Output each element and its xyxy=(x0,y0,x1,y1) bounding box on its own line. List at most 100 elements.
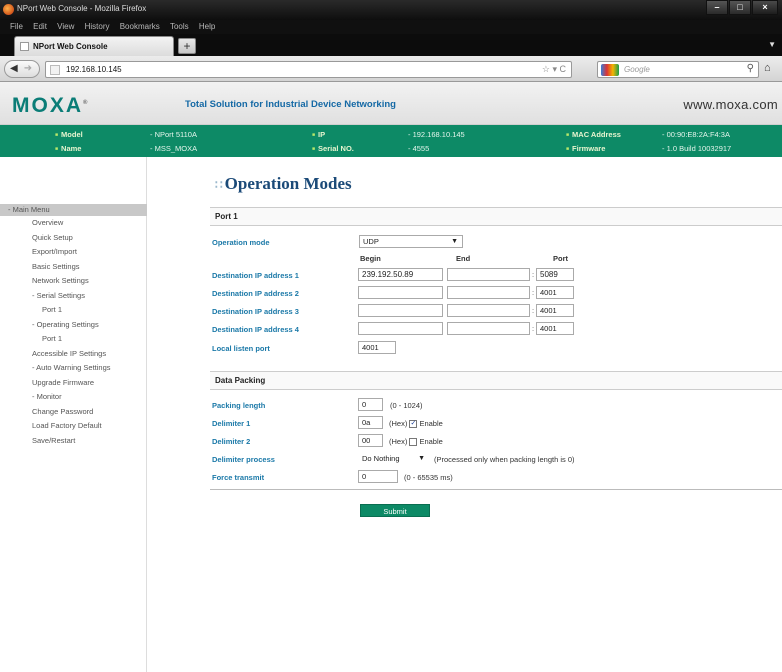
tab-list-arrow-icon[interactable]: ▼ xyxy=(768,40,776,49)
title-dots-icon: ∷ xyxy=(215,178,223,192)
sidebar-item-upgrade-firmware[interactable]: Upgrade Firmware xyxy=(32,378,94,387)
menu-bookmarks[interactable]: Bookmarks xyxy=(120,22,160,31)
serial-value: - 4555 xyxy=(408,144,430,153)
sidebar-item-basic-settings[interactable]: Basic Settings xyxy=(32,262,80,271)
force-transmit-label: Force transmit xyxy=(212,473,265,482)
sidebar-item-operating-port-1[interactable]: Port 1 xyxy=(42,334,62,343)
sidebar-item-save-restart[interactable]: Save/Restart xyxy=(32,436,75,445)
delimiter-process-hint: (Processed only when packing length is 0… xyxy=(434,455,575,464)
back-button[interactable]: ◀ ➜ xyxy=(4,60,40,78)
dest-ip-2-label: Destination IP address 2 xyxy=(212,289,299,298)
delimiter-1-input[interactable]: 0a xyxy=(358,416,383,429)
navigation-bar: ◀ ➜ 192.168.10.145 ☆ ▾ C Google ⚲ ⌂ xyxy=(0,56,782,82)
port-separator: : xyxy=(532,324,535,333)
menu-file[interactable]: File xyxy=(10,22,23,31)
chevron-down-icon: ▼ xyxy=(451,238,458,245)
sidebar-item-network-settings[interactable]: Network Settings xyxy=(32,276,89,285)
sidebar-item-operating-settings[interactable]: - Operating Settings xyxy=(32,320,99,329)
packing-length-label: Packing length xyxy=(212,401,266,410)
dest-ip-2-begin[interactable] xyxy=(358,286,443,299)
port-separator: : xyxy=(532,270,535,279)
delimiter-2-input[interactable]: 00 xyxy=(358,434,383,447)
main-menu-header[interactable]: - Main Menu xyxy=(0,204,147,216)
home-icon[interactable]: ⌂ xyxy=(764,62,771,74)
close-button[interactable]: × xyxy=(752,0,778,15)
mac-value: - 00:90:E8:2A:F4:3A xyxy=(662,130,730,139)
dest-ip-4-begin[interactable] xyxy=(358,322,443,335)
delimiter-process-label: Delimiter process xyxy=(212,455,275,464)
name-label: Name xyxy=(55,144,81,153)
col-end-header: End xyxy=(456,254,471,263)
search-field[interactable]: Google ⚲ xyxy=(597,61,759,78)
force-transmit-hint: (0 - 65535 ms) xyxy=(404,473,453,482)
name-value: - MSS_MOXA xyxy=(150,144,198,153)
dest-ip-1-port[interactable]: 5089 xyxy=(536,268,574,281)
delimiter-1-enable-checkbox[interactable]: ✓ xyxy=(409,420,418,429)
bookmark-star-icon[interactable]: ☆ ▾ C xyxy=(542,64,566,75)
dest-ip-3-end[interactable] xyxy=(447,304,530,317)
new-tab-button[interactable]: + xyxy=(178,38,196,54)
port-separator: : xyxy=(532,288,535,297)
search-engine-name: Google xyxy=(624,65,650,74)
url-text[interactable]: 192.168.10.145 xyxy=(66,65,122,74)
menu-view[interactable]: View xyxy=(57,22,74,31)
dest-ip-3-begin[interactable] xyxy=(358,304,443,317)
delimiter-1-label: Delimiter 1 xyxy=(212,419,251,428)
sidebar-item-serial-settings[interactable]: - Serial Settings xyxy=(32,291,85,300)
dest-ip-4-end[interactable] xyxy=(447,322,530,335)
favicon-icon xyxy=(20,42,29,51)
sidebar-item-auto-warning[interactable]: - Auto Warning Settings xyxy=(32,363,111,372)
delimiter-2-hex: (Hex) Enable xyxy=(389,437,443,447)
site-identity-icon[interactable] xyxy=(50,65,60,75)
delimiter-process-select[interactable]: Do Nothing ▼ xyxy=(358,452,430,465)
dest-ip-1-begin[interactable]: 239.192.50.89 xyxy=(358,268,443,281)
chevron-down-icon: ▼ xyxy=(418,455,425,462)
sidebar-item-load-factory-default[interactable]: Load Factory Default xyxy=(32,421,102,430)
packing-length-hint: (0 - 1024) xyxy=(390,401,423,410)
dest-ip-3-label: Destination IP address 3 xyxy=(212,307,299,316)
operation-mode-label: Operation mode xyxy=(212,238,270,247)
sidebar-item-change-password[interactable]: Change Password xyxy=(32,407,93,416)
local-listen-port-input[interactable]: 4001 xyxy=(358,341,396,354)
tab-bar: NPort Web Console + ▼ xyxy=(0,34,782,56)
device-info-bar: Model - NPort 5110A IP - 192.168.10.145 … xyxy=(0,125,782,157)
dest-ip-2-port[interactable]: 4001 xyxy=(536,286,574,299)
google-icon[interactable] xyxy=(601,64,619,76)
sidebar-item-monitor[interactable]: - Monitor xyxy=(32,392,62,401)
dest-ip-1-label: Destination IP address 1 xyxy=(212,271,299,280)
tagline: Total Solution for Industrial Device Net… xyxy=(185,99,396,110)
menu-tools[interactable]: Tools xyxy=(170,22,189,31)
url-bar[interactable]: 192.168.10.145 ☆ ▾ C xyxy=(45,61,572,78)
search-icon[interactable]: ⚲ xyxy=(747,63,754,74)
maximize-button[interactable]: □ xyxy=(729,0,751,15)
delimiter-2-enable-checkbox[interactable] xyxy=(409,438,418,447)
menu-help[interactable]: Help xyxy=(199,22,215,31)
browser-tab[interactable]: NPort Web Console xyxy=(14,36,174,56)
sidebar-item-overview[interactable]: Overview xyxy=(32,218,63,227)
menu-edit[interactable]: Edit xyxy=(33,22,47,31)
sidebar-item-quick-setup[interactable]: Quick Setup xyxy=(32,233,73,242)
dest-ip-4-port[interactable]: 4001 xyxy=(536,322,574,335)
packing-length-input[interactable]: 0 xyxy=(358,398,383,411)
dest-ip-3-port[interactable]: 4001 xyxy=(536,304,574,317)
sidebar-item-serial-port-1[interactable]: Port 1 xyxy=(42,305,62,314)
dest-ip-2-end[interactable] xyxy=(447,286,530,299)
ip-label: IP xyxy=(312,130,325,139)
website-text: www.moxa.com xyxy=(683,97,778,112)
dest-ip-1-end[interactable] xyxy=(447,268,530,281)
sidebar-item-export-import[interactable]: Export/Import xyxy=(32,247,77,256)
forward-icon[interactable]: ➜ xyxy=(24,63,32,74)
menu-history[interactable]: History xyxy=(85,22,110,31)
delimiter-2-label: Delimiter 2 xyxy=(212,437,251,446)
local-listen-port-label: Local listen port xyxy=(212,344,270,353)
sidebar-item-accessible-ip[interactable]: Accessible IP Settings xyxy=(32,349,106,358)
data-packing-section-header: Data Packing xyxy=(210,371,782,390)
minimize-button[interactable]: – xyxy=(706,0,728,15)
web-page: MOXA® Total Solution for Industrial Devi… xyxy=(0,82,782,672)
operation-mode-select[interactable]: UDP ▼ xyxy=(359,235,463,248)
menu-bar: File Edit View History Bookmarks Tools H… xyxy=(0,20,782,34)
delimiter-1-hex: (Hex) ✓ Enable xyxy=(389,419,443,429)
force-transmit-input[interactable]: 0 xyxy=(358,470,398,483)
submit-button[interactable]: Submit xyxy=(360,504,430,517)
port-section-header: Port 1 xyxy=(210,207,782,226)
